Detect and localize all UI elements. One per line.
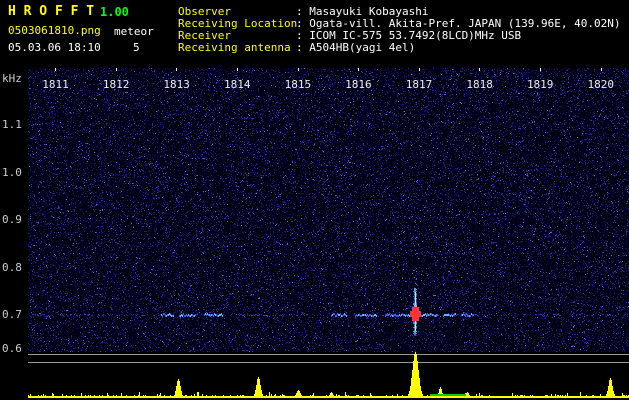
x-tick-label: 1819: [526, 78, 554, 91]
info-value: : A504HB(yagi 4el): [296, 41, 416, 54]
observer-info: Observer: Masayuki Kobayashi Receiving L…: [178, 6, 621, 54]
x-tick-label: 1811: [42, 78, 69, 91]
y-tick-label: 0.8: [2, 261, 22, 274]
x-tick-label: 1820: [587, 78, 615, 91]
y-tick-label: 0.9: [2, 213, 22, 226]
x-tick-label: 1813: [163, 78, 190, 91]
y-tick-label: 1.1: [2, 118, 22, 131]
hrofft-window: H R O F F T 1.00 0503061810.png meteor 0…: [0, 0, 629, 400]
x-tick-label: 1812: [102, 78, 130, 91]
output-filename: 0503061810.png: [8, 24, 101, 37]
app-title: H R O F F T: [8, 4, 95, 19]
y-tick-label: 1.0: [2, 166, 22, 179]
y-tick-label: 0.6: [2, 342, 22, 355]
app-version: 1.00: [100, 5, 129, 19]
x-tick-label: 1814: [224, 78, 251, 91]
x-tick-label: 1815: [284, 78, 312, 91]
echo-count: 5: [133, 41, 140, 54]
info-label: Receiving antenna: [178, 41, 291, 54]
x-tick-label: 1818: [466, 78, 493, 91]
x-tick-label: 1816: [345, 78, 372, 91]
y-tick-label: 0.7: [2, 308, 22, 321]
info-row-antenna: Receiving antenna : A504HB(yagi 4el): [178, 42, 621, 54]
x-tick-label: 1817: [405, 78, 433, 91]
y-tick-label: kHz: [2, 72, 22, 85]
observation-datetime: 05.03.06 18:10: [8, 41, 101, 54]
mode-label: meteor: [114, 25, 154, 38]
spectrogram-canvas: [28, 68, 629, 400]
